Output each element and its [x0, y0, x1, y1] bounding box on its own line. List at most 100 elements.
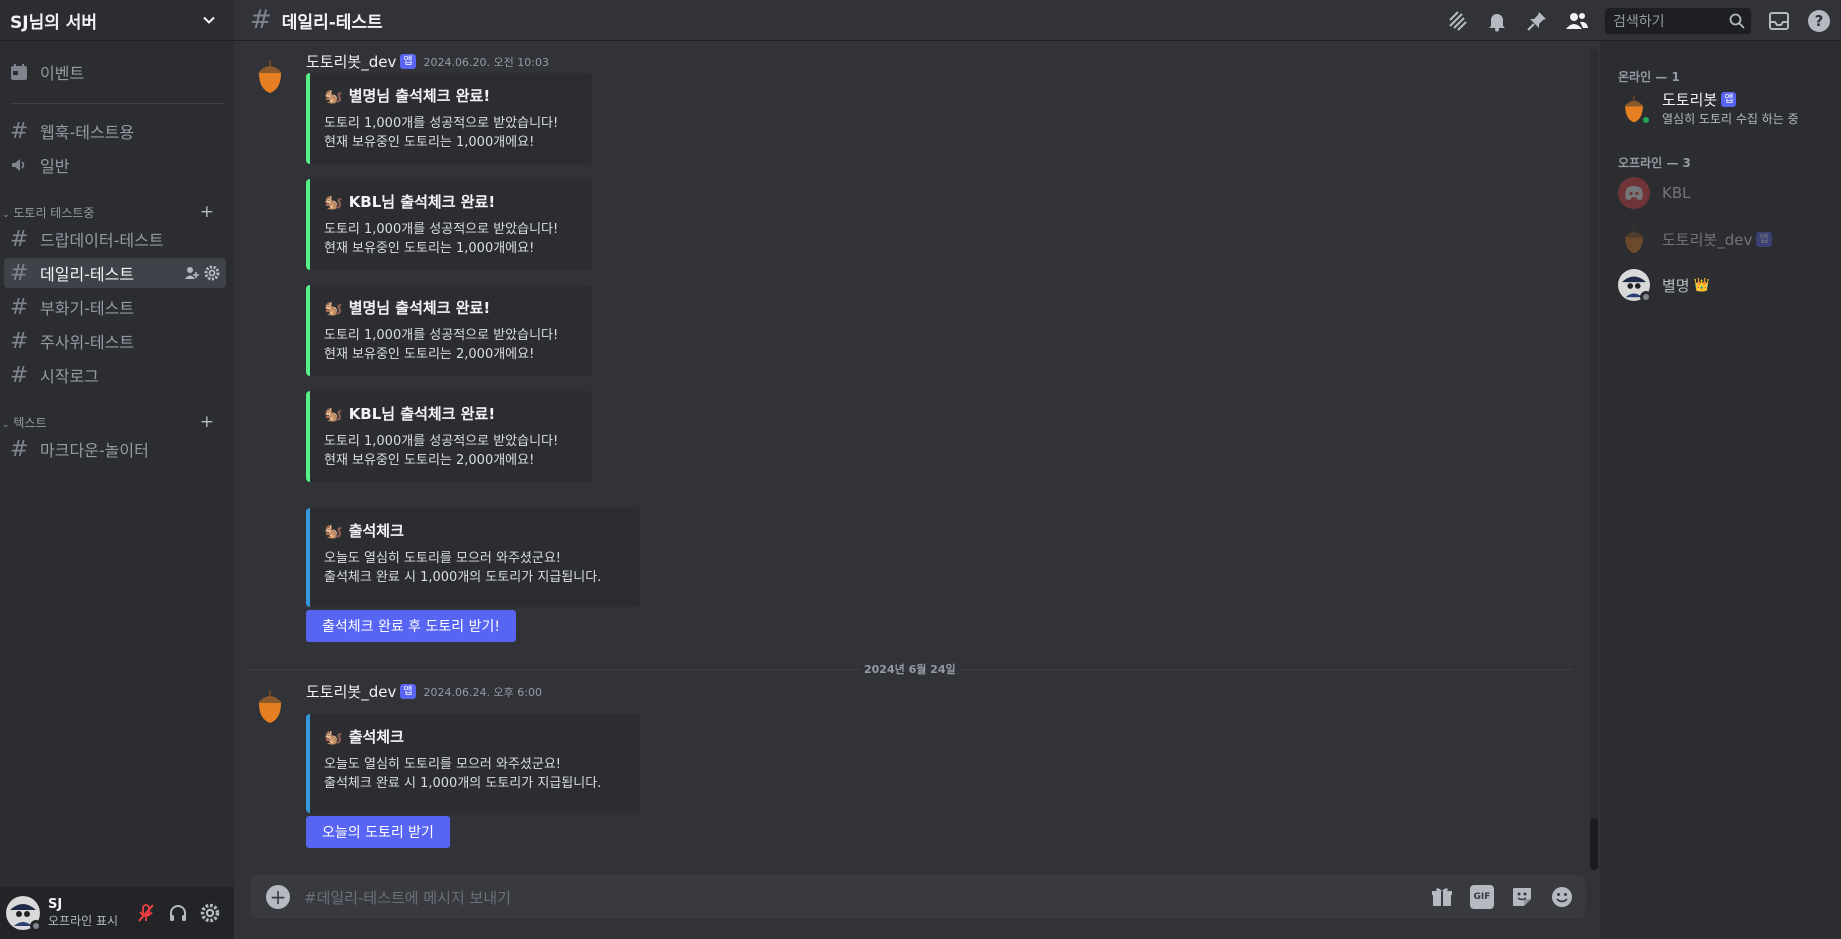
- squirrel-icon: 🐿️: [324, 521, 343, 540]
- category-text[interactable]: ⌄ 텍스트 +: [0, 412, 226, 432]
- member-name: 별명: [1662, 276, 1690, 295]
- embed-title: KBL님 출석체크 완료!: [348, 193, 496, 211]
- channel-title: 데일리-테스트: [281, 12, 383, 33]
- server-name: SJ님의 서버: [10, 12, 98, 33]
- embed-title: 별명님 출석체크 완료!: [348, 299, 491, 317]
- avatar: [1618, 92, 1652, 126]
- chevron-down-icon: ⌄: [2, 209, 10, 220]
- sidebar-item-daily-test[interactable]: # 데일리-테스트: [4, 258, 226, 288]
- member-item[interactable]: 도토리봇 앱 열심히 도토리 수집 하는 중: [1618, 89, 1799, 127]
- message-input-placeholder[interactable]: #데일리-테스트에 메시지 보내기: [304, 887, 1430, 908]
- mic-muted-icon[interactable]: [136, 903, 156, 923]
- search-input[interactable]: 검색하기: [1605, 8, 1751, 34]
- squirrel-icon: 🐿️: [324, 298, 343, 317]
- embed-card: 🐿️ KBL님 출석체크 완료! 도토리 1,000개를 성공적으로 받았습니다!…: [306, 179, 592, 270]
- acorn-avatar[interactable]: [250, 55, 290, 95]
- bell-icon[interactable]: [1485, 9, 1509, 33]
- hash-icon: #: [10, 294, 29, 320]
- inbox-icon[interactable]: [1767, 9, 1791, 33]
- gear-icon[interactable]: [200, 903, 220, 923]
- embed-title: 별명님 출석체크 완료!: [348, 87, 491, 105]
- embed-description: 도토리 1,000개를 성공적으로 받았습니다! 현재 보유중인 도토리는 2,…: [324, 434, 559, 468]
- add-channel-icon[interactable]: +: [200, 202, 214, 222]
- sidebar-item-markdown-playground[interactable]: # 마크다운-놀이터: [4, 434, 226, 464]
- acorn-avatar[interactable]: [250, 685, 290, 725]
- member-item[interactable]: 별명 👑: [1618, 269, 1710, 303]
- hash-icon: #: [10, 226, 29, 252]
- online-header: 온라인 — 1: [1618, 70, 1680, 84]
- invite-member-icon[interactable]: [184, 265, 200, 281]
- app-badge: 앱: [1721, 92, 1737, 107]
- sidebar-item-label: 마크다운-놀이터: [40, 441, 149, 460]
- member-name: 도토리봇: [1662, 91, 1718, 109]
- daily-acorn-button[interactable]: 오늘의 도토리 받기: [306, 816, 450, 848]
- embed-description: 도토리 1,000개를 성공적으로 받았습니다! 현재 보유중인 도토리는 2,…: [324, 328, 559, 362]
- headphones-icon[interactable]: [168, 903, 188, 923]
- server-header[interactable]: SJ님의 서버: [0, 0, 234, 41]
- claim-acorn-button[interactable]: 출석체크 완료 후 도토리 받기!: [306, 610, 516, 642]
- timestamp: 2024.06.24. 오후 6:00: [423, 685, 542, 699]
- date-divider-label: 2024년 6월 24일: [860, 661, 960, 677]
- sticker-icon[interactable]: [1510, 885, 1534, 909]
- member-activity: 열심히 도토리 수집 하는 중: [1662, 112, 1799, 126]
- message-list: 도토리봇_dev 앱 2024.06.20. 오전 10:03 🐿️ 별명님 출석…: [234, 41, 1596, 871]
- sidebar-item-incubator-test[interactable]: # 부화기-테스트: [4, 292, 226, 322]
- embed-card: 🐿️ KBL님 출석체크 완료! 도토리 1,000개를 성공적으로 받았습니다!…: [306, 391, 592, 482]
- squirrel-icon: 🐿️: [324, 404, 343, 423]
- sidebar-item-label: 드랍데이터-테스트: [40, 231, 164, 250]
- add-channel-icon[interactable]: +: [200, 412, 214, 432]
- sidebar-item-drop-data-test[interactable]: # 드랍데이터-테스트: [4, 224, 226, 254]
- scrollbar-track[interactable]: [1590, 50, 1598, 870]
- pin-icon[interactable]: [1525, 9, 1549, 33]
- hash-icon: #: [10, 260, 29, 286]
- member-list: 온라인 — 1 도토리봇 앱 열심히 도토리 수집 하는 중 오프라인 — 3 …: [1600, 41, 1841, 939]
- embed-card: 🐿️ 별명님 출석체크 완료! 도토리 1,000개를 성공적으로 받았습니다! …: [306, 285, 592, 376]
- member-name: KBL: [1662, 184, 1691, 202]
- hash-icon: #: [250, 5, 272, 35]
- sidebar-item-label: 웹훅-테스트용: [40, 123, 135, 142]
- crown-icon: 👑: [1693, 277, 1710, 293]
- sidebar-item-start-log[interactable]: # 시작로그: [4, 360, 226, 390]
- embed-description: 오늘도 열심히 도토리를 모으러 와주셨군요! 출석체크 완료 시 1,000개…: [324, 551, 602, 585]
- author-name[interactable]: 도토리봇_dev: [306, 681, 396, 702]
- squirrel-icon: 🐿️: [324, 192, 343, 211]
- gift-icon[interactable]: [1430, 885, 1454, 909]
- avatar: [1618, 223, 1650, 255]
- squirrel-icon: 🐿️: [324, 727, 343, 746]
- member-list-icon[interactable]: [1565, 9, 1589, 33]
- sidebar-item-general-voice[interactable]: 일반: [4, 150, 226, 180]
- sidebar-item-dice-test[interactable]: # 주사위-테스트: [4, 326, 226, 356]
- sidebar-item-label: 일반: [40, 157, 70, 176]
- category-acorn-test[interactable]: ⌄ 도토리 테스트중 +: [0, 202, 226, 222]
- channel-sidebar: SJ님의 서버 이벤트 # 웹훅-테스트용 일반 ⌄ 도토리 테스트중 + # …: [0, 0, 234, 939]
- gear-icon[interactable]: [204, 265, 220, 281]
- message-composer[interactable]: + #데일리-테스트에 메시지 보내기 GIF: [250, 875, 1586, 919]
- message-header: 도토리봇_dev 앱 2024.06.24. 오후 6:00: [306, 681, 542, 702]
- scrollbar-thumb[interactable]: [1590, 818, 1598, 870]
- sidebar-item-webhook-test[interactable]: # 웹훅-테스트용: [4, 116, 226, 146]
- member-item[interactable]: 도토리봇_dev 앱: [1618, 223, 1772, 255]
- svg-text:?: ?: [1815, 12, 1824, 30]
- upload-plus-icon[interactable]: +: [266, 885, 290, 909]
- author-name[interactable]: 도토리봇_dev: [306, 51, 396, 72]
- gif-icon[interactable]: GIF: [1470, 885, 1494, 909]
- avatar: [1618, 269, 1652, 303]
- member-name: 도토리봇_dev: [1662, 230, 1753, 249]
- emoji-icon[interactable]: [1550, 885, 1574, 909]
- status-indicator: [30, 920, 42, 932]
- avatar[interactable]: [6, 896, 42, 932]
- member-item[interactable]: KBL: [1618, 177, 1690, 209]
- category-label: 텍스트: [13, 415, 47, 430]
- sidebar-divider: [10, 103, 224, 104]
- embed-title: KBL님 출석체크 완료!: [348, 405, 496, 423]
- search-placeholder: 검색하기: [1613, 14, 1665, 30]
- app-badge: 앱: [1756, 231, 1772, 247]
- sidebar-item-label: 데일리-테스트: [40, 265, 135, 284]
- hash-icon: #: [10, 362, 29, 388]
- category-label: 도토리 테스트중: [13, 205, 95, 220]
- help-icon[interactable]: ?: [1807, 9, 1831, 33]
- calendar-icon: [10, 63, 34, 81]
- offline-status-indicator: [1640, 291, 1652, 303]
- threads-icon[interactable]: [1445, 9, 1469, 33]
- sidebar-item-events[interactable]: 이벤트: [4, 57, 226, 87]
